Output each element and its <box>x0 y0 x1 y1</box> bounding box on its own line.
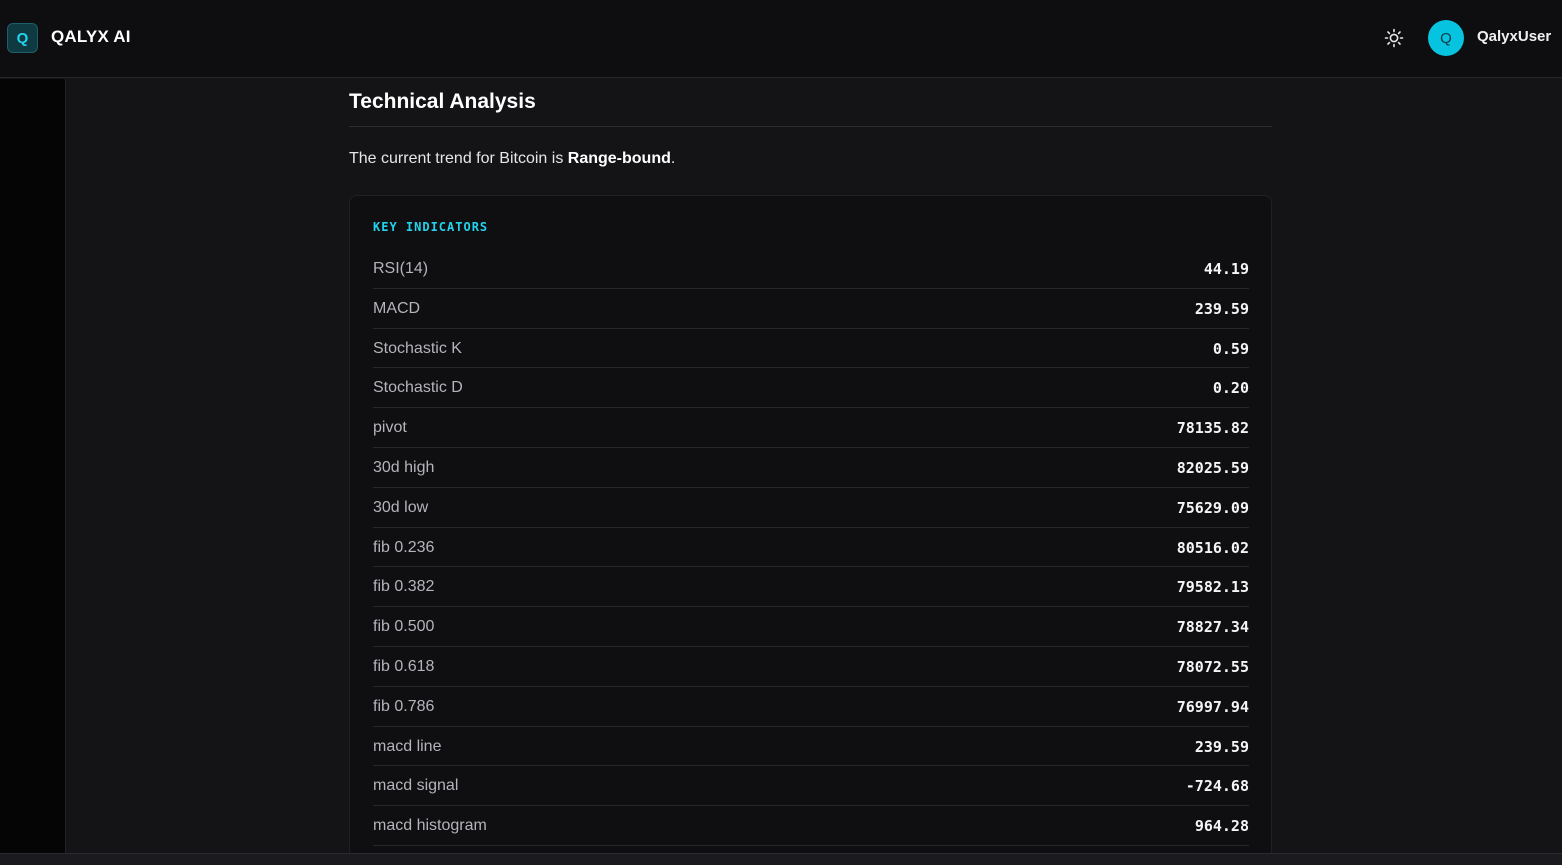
indicator-name: Stochastic D <box>373 379 463 397</box>
indicator-row: 30d low 75629.09 <box>373 488 1249 528</box>
indicator-value: 78072.55 <box>1176 657 1249 676</box>
indicator-row: 30d high 82025.59 <box>373 448 1249 488</box>
bottom-scrollbar[interactable] <box>0 853 1562 865</box>
trend-value: Range-bound <box>567 150 671 167</box>
trend-summary: The current trend for Bitcoin is Range-b… <box>349 150 675 168</box>
indicator-value: 80516.02 <box>1176 538 1249 557</box>
trend-suffix: . <box>670 150 676 167</box>
indicator-value: 78135.82 <box>1176 419 1249 438</box>
indicator-value: 82025.59 <box>1176 458 1249 477</box>
indicator-row: fib 0.500 78827.34 <box>373 607 1249 647</box>
indicator-name: Stochastic K <box>373 339 462 357</box>
trend-prefix: The current trend for Bitcoin is <box>349 150 568 167</box>
indicator-row: macd histogram 964.28 <box>373 806 1249 846</box>
indicators-list: RSI(14) 44.19 MACD 239.59 Stochastic K 0.59 St… <box>373 249 1249 846</box>
indicator-value: 239.59 <box>1194 299 1249 318</box>
theme-toggle-button[interactable] <box>1382 26 1406 50</box>
indicator-name: macd line <box>373 737 442 755</box>
indicator-row: Stochastic K 0.59 <box>373 329 1249 369</box>
sun-icon <box>1384 28 1404 48</box>
indicator-name: macd histogram <box>373 817 487 835</box>
indicator-name: fib 0.236 <box>373 538 435 556</box>
indicator-value: 239.59 <box>1194 737 1249 756</box>
section-title: Technical Analysis <box>349 90 536 113</box>
indicator-name: fib 0.500 <box>373 618 435 636</box>
indicator-value: 78827.34 <box>1176 618 1249 637</box>
indicator-name: pivot <box>373 419 407 437</box>
top-bar: Q QALYX AI Q QalyxUser <box>0 0 1562 78</box>
indicator-row: pivot 78135.82 <box>373 408 1249 448</box>
main-content: Technical Analysis The current trend for… <box>349 79 1272 853</box>
indicator-value: 964.28 <box>1194 817 1249 836</box>
sidebar <box>0 79 66 853</box>
indicator-name: fib 0.786 <box>373 697 435 715</box>
indicator-row: RSI(14) 44.19 <box>373 249 1249 289</box>
indicator-value: 0.20 <box>1212 379 1249 398</box>
app-title[interactable]: QALYX AI <box>51 27 131 47</box>
indicator-name: 30d low <box>373 498 429 516</box>
indicator-row: MACD 239.59 <box>373 289 1249 329</box>
indicator-value: 0.59 <box>1212 339 1249 358</box>
avatar[interactable]: Q <box>1428 20 1464 56</box>
key-indicators-card: KEY INDICATORS RSI(14) 44.19 MACD 239.59 Sto… <box>349 195 1272 853</box>
key-indicators-label: KEY INDICATORS <box>373 220 489 234</box>
indicator-row: Stochastic D 0.20 <box>373 368 1249 409</box>
indicator-row: macd signal -724.68 <box>373 766 1249 807</box>
indicator-value: -724.68 <box>1185 777 1249 796</box>
indicator-name: fib 0.382 <box>373 578 435 596</box>
indicator-name: macd signal <box>373 777 459 795</box>
logo[interactable]: Q <box>7 23 38 53</box>
indicator-row: fib 0.236 80516.02 <box>373 528 1249 568</box>
indicator-name: RSI(14) <box>373 260 429 277</box>
indicator-value: 79582.13 <box>1176 578 1249 597</box>
indicator-row: fib 0.382 79582.13 <box>373 567 1249 608</box>
username[interactable]: QalyxUser <box>1477 28 1551 45</box>
indicator-value: 44.19 <box>1203 260 1249 278</box>
indicator-row: fib 0.786 76997.94 <box>373 687 1249 727</box>
indicator-name: fib 0.618 <box>373 657 435 675</box>
indicator-value: 75629.09 <box>1176 498 1249 517</box>
title-divider <box>349 126 1272 127</box>
indicator-name: MACD <box>373 299 421 317</box>
indicator-name: 30d high <box>373 458 435 476</box>
indicator-row: macd line 239.59 <box>373 727 1249 767</box>
indicator-value: 76997.94 <box>1176 697 1249 716</box>
indicator-row: fib 0.618 78072.55 <box>373 647 1249 687</box>
